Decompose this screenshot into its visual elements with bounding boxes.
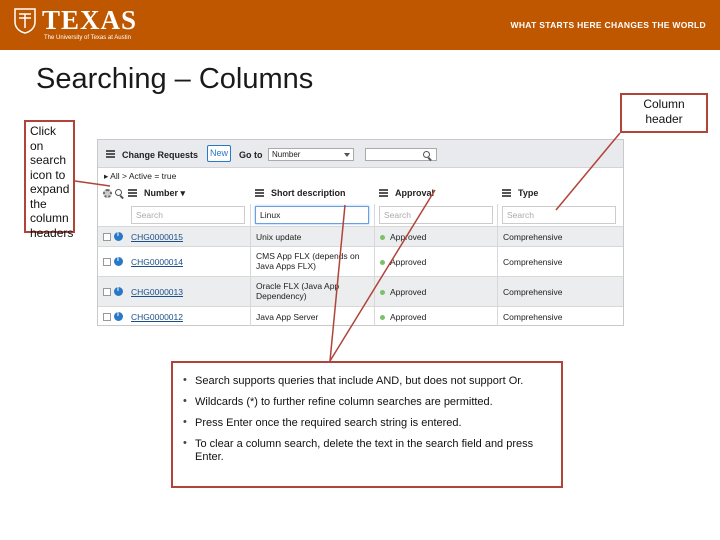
table-row[interactable]: CHG0000015 Unix update Approved Comprehe… <box>98 226 623 246</box>
row-checkbox[interactable] <box>103 288 111 296</box>
column-header-type[interactable]: Type <box>502 188 538 198</box>
tip-item: Search supports queries that include AND… <box>183 374 551 388</box>
status-dot-icon <box>380 260 385 265</box>
top-banner: TEXAS The University of Texas at Austin … <box>0 0 720 50</box>
ut-logo: TEXAS The University of Texas at Austin <box>14 6 137 42</box>
list-title: Change Requests <box>122 150 199 160</box>
row-type: Comprehensive <box>503 257 563 267</box>
info-icon[interactable] <box>114 286 123 296</box>
search-icon[interactable] <box>423 151 430 158</box>
new-button[interactable]: New <box>207 145 231 162</box>
table-row[interactable]: CHG0000013 Oracle FLX (Java App Dependen… <box>98 276 623 306</box>
column-header-number[interactable]: Number ▾ <box>128 188 185 199</box>
tip-item: Press Enter once the required search str… <box>183 416 551 430</box>
row-checkbox[interactable] <box>103 313 111 321</box>
goto-selected-value: Number <box>272 150 301 159</box>
row-short-description: CMS App FLX (depends on Java Apps FLX) <box>256 251 360 271</box>
column-menu-icon[interactable] <box>255 189 264 197</box>
column-menu-icon[interactable] <box>128 189 137 197</box>
row-checkbox[interactable] <box>103 233 111 241</box>
table-row[interactable]: CHG0000014 CMS App FLX (depends on Java … <box>98 246 623 276</box>
row-short-description: Java App Server <box>256 312 319 322</box>
table-row[interactable]: CHG0000012 Java App Server Approved Comp… <box>98 306 623 326</box>
column-header-row: Number ▾ Short description Approval Type <box>98 184 623 204</box>
goto-field-select[interactable]: Number <box>268 148 354 161</box>
logo-subtitle: The University of Texas at Austin <box>44 35 131 41</box>
status-dot-icon <box>380 290 385 295</box>
row-number-link[interactable]: CHG0000014 <box>131 257 183 267</box>
row-type: Comprehensive <box>503 287 563 297</box>
tagline: WHAT STARTS HERE CHANGES THE WORLD <box>510 20 706 30</box>
approval-search-input[interactable]: Search <box>379 206 493 224</box>
row-number-link[interactable]: CHG0000013 <box>131 287 183 297</box>
column-divider <box>497 204 498 326</box>
callout-search-icon: Click on search icon to expand the colum… <box>24 120 75 240</box>
column-menu-icon[interactable] <box>379 189 388 197</box>
row-type: Comprehensive <box>503 232 563 242</box>
slide-title: Searching – Columns <box>36 63 314 95</box>
chevron-down-icon <box>344 153 350 157</box>
column-menu-icon[interactable] <box>502 189 511 197</box>
callout-search-tips: Search supports queries that include AND… <box>171 361 563 488</box>
row-number-link[interactable]: CHG0000015 <box>131 232 183 242</box>
column-header-short-description[interactable]: Short description <box>255 188 346 198</box>
goto-label: Go to <box>239 150 263 160</box>
tip-item: Wildcards (*) to further refine column s… <box>183 395 551 409</box>
row-number-link[interactable]: CHG0000012 <box>131 312 183 322</box>
column-search-row: Search Linux Search Search <box>98 204 623 226</box>
column-header-approval[interactable]: Approval <box>379 188 434 198</box>
change-requests-list: Change Requests New Go to Number ▸ All >… <box>97 139 624 326</box>
row-approval: Approved <box>380 287 426 297</box>
row-short-description: Unix update <box>256 232 302 242</box>
number-search-input[interactable]: Search <box>131 206 245 224</box>
status-dot-icon <box>380 315 385 320</box>
row-approval: Approved <box>380 232 426 242</box>
breadcrumb[interactable]: ▸ All > Active = true <box>104 171 176 182</box>
type-search-input[interactable]: Search <box>502 206 616 224</box>
status-dot-icon <box>380 235 385 240</box>
callout-column-header: Column header <box>620 93 708 133</box>
info-icon[interactable] <box>114 231 123 241</box>
column-search-icon[interactable] <box>115 189 122 196</box>
seal-icon <box>14 8 36 34</box>
row-approval: Approved <box>380 312 426 322</box>
row-type: Comprehensive <box>503 312 563 322</box>
info-icon[interactable] <box>114 311 123 321</box>
tip-item: To clear a column search, delete the tex… <box>183 437 551 464</box>
short-description-search-input[interactable]: Linux <box>255 206 369 224</box>
column-divider <box>374 204 375 326</box>
list-toolbar: Change Requests New Go to Number <box>98 140 623 168</box>
logo-word: TEXAS <box>42 5 138 35</box>
gear-icon[interactable] <box>103 189 112 198</box>
toolbar-search-input[interactable] <box>365 148 437 161</box>
row-short-description: Oracle FLX (Java App Dependency) <box>256 281 340 301</box>
row-checkbox[interactable] <box>103 258 111 266</box>
column-divider <box>250 204 251 326</box>
row-approval: Approved <box>380 257 426 267</box>
info-icon[interactable] <box>114 256 123 266</box>
list-menu-icon[interactable] <box>106 150 115 158</box>
